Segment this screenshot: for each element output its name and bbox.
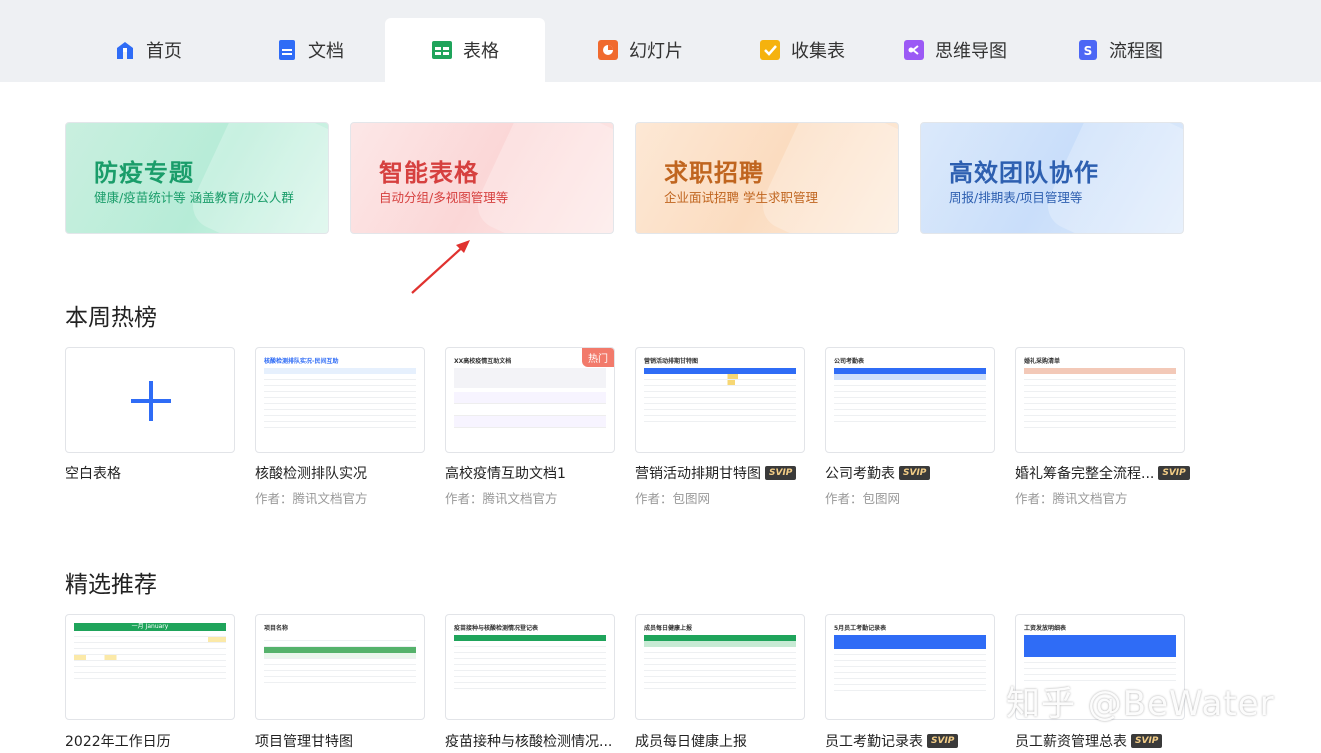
banner-title: 求职招聘 [664,159,764,187]
top-nav: 首页 文档 表格 幻灯片 收集表 思维导图 S 流程图 [0,0,1321,82]
banner-decoration [184,123,328,233]
template-name[interactable]: 成员每日健康上报 [635,731,747,751]
tab-label: 首页 [146,41,182,62]
thumbnail-title: 核酸检测排队实况-民间互助 [264,358,339,365]
sheet-icon [431,39,453,61]
template-card-gantt[interactable]: 营销活动排期甘特图 [635,347,805,453]
template-card-calendar[interactable]: 一月 January [65,614,235,720]
banner-title: 高效团队协作 [949,159,1099,187]
tab-label: 收集表 [791,41,845,62]
template-card-attendance[interactable]: 公司考勤表 [825,347,995,453]
hot-badge: 热门 [582,348,614,367]
thumbnail-title: 营销活动排期甘特图 [644,358,699,365]
watermark: 知乎 @BeWater [1006,684,1275,724]
tab-forms[interactable]: 收集表 [732,18,872,82]
svip-badge: SVIP [927,734,959,748]
template-card-attendance-record[interactable]: 5月员工考勤记录表 [825,614,995,720]
template-thumbnail: 项目名称 [264,623,416,711]
template-card-wedding[interactable]: 婚礼采购清单 [1015,347,1185,453]
banner-title: 智能表格 [379,159,479,187]
home-icon [114,39,136,61]
template-name[interactable]: 高校疫情互助文档1 [445,463,566,483]
template-name[interactable]: 疫苗接种与核酸检测情况... [445,731,612,751]
section-title-weekly-hot: 本周热榜 [65,305,157,331]
svip-badge: SVIP [899,466,931,480]
template-card-nucleic-queue[interactable]: 核酸检测排队实况-民间互助 [255,347,425,453]
banner-recruiting[interactable]: 求职招聘 企业面试招聘 学生求职管理 [635,122,899,234]
tab-label: 幻灯片 [629,41,683,62]
template-author: 作者：包图网 [635,491,711,506]
tab-label: 流程图 [1109,41,1163,62]
template-card-health-report[interactable]: 成员每日健康上报 [635,614,805,720]
template-thumbnail: 婚礼采购清单 [1024,356,1176,444]
thumbnail-title: 疫苗接种与核酸检测情况登记表 [454,625,539,632]
template-thumbnail: 一月 January [74,623,226,711]
template-thumbnail: 5月员工考勤记录表 [834,623,986,711]
mindmap-icon [903,39,925,61]
banner-title: 防疫专题 [94,159,194,187]
template-thumbnail: 疫苗接种与核酸检测情况登记表 [454,623,606,711]
template-thumbnail: 公司考勤表 [834,356,986,444]
template-author: 作者：包图网 [825,491,901,506]
tab-flowchart[interactable]: S 流程图 [1050,18,1190,82]
banner-smart-sheet[interactable]: 智能表格 自动分组/多视图管理等 [350,122,614,234]
template-name[interactable]: 营销活动排期甘特图 SVIP [635,463,797,483]
flowchart-icon: S [1077,39,1099,61]
thumbnail-title: 婚礼采购清单 [1024,358,1061,365]
template-name[interactable]: 公司考勤表 SVIP [825,463,931,483]
thumbnail-title: 成员每日健康上报 [644,625,693,632]
tab-label: 思维导图 [935,41,1007,62]
tab-label: 文档 [308,41,344,62]
banner-decoration [754,123,898,233]
tab-label: 表格 [463,41,499,62]
template-card-vaccine-register[interactable]: 疫苗接种与核酸检测情况登记表 [445,614,615,720]
template-thumbnail: 核酸检测排队实况-民间互助 [264,356,416,444]
banner-subtitle: 周报/排期表/项目管理等 [949,190,1083,205]
annotation-arrow-icon [411,240,470,294]
section-title-recommended: 精选推荐 [65,572,157,598]
template-name[interactable]: 婚礼筹备完整全流程... SVIP [1015,463,1190,483]
template-name[interactable]: 2022年工作日历 [65,731,171,751]
tab-mindmap[interactable]: 思维导图 [885,18,1025,82]
banner-team-collab[interactable]: 高效团队协作 周报/排期表/项目管理等 [920,122,1184,234]
tab-home[interactable]: 首页 [88,18,208,82]
template-name[interactable]: 员工考勤记录表 SVIP [825,731,959,751]
template-author: 作者：腾讯文档官方 [1015,491,1128,506]
svg-text:S: S [1084,44,1093,58]
template-name[interactable]: 核酸检测排队实况 [255,463,367,483]
thumbnail-title: 5月员工考勤记录表 [834,625,887,632]
template-card-campus-epidemic[interactable]: XX高校疫情互助文档 热门 [445,347,615,453]
svip-badge: SVIP [765,466,797,480]
thumbnail-title: 项目名称 [264,625,289,632]
template-name[interactable]: 员工薪资管理总表 SVIP [1015,731,1163,751]
banner-subtitle: 健康/疫苗统计等 涵盖教育/办公人群 [94,190,294,205]
template-card-blank[interactable] [65,347,235,453]
tab-docs[interactable]: 文档 [250,18,370,82]
banner-subtitle: 企业面试招聘 学生求职管理 [664,190,818,205]
doc-icon [276,39,298,61]
template-name[interactable]: 空白表格 [65,463,121,483]
svip-badge: SVIP [1131,734,1163,748]
template-author: 作者：腾讯文档官方 [445,491,558,506]
template-thumbnail: 营销活动排期甘特图 [644,356,796,444]
template-name[interactable]: 项目管理甘特图 [255,731,353,751]
form-icon [759,39,781,61]
thumbnail-title: 工资发放明细表 [1024,625,1067,632]
template-thumbnail: 成员每日健康上报 [644,623,796,711]
tab-slides[interactable]: 幻灯片 [570,18,710,82]
tab-sheets[interactable]: 表格 [385,18,545,82]
slides-icon [597,39,619,61]
thumbnail-title: 公司考勤表 [834,358,865,365]
plus-icon [131,381,171,421]
template-thumbnail: XX高校疫情互助文档 [454,356,606,444]
banner-decoration [469,123,613,233]
thumbnail-title: 一月 January [74,623,226,631]
banner-epidemic[interactable]: 防疫专题 健康/疫苗统计等 涵盖教育/办公人群 [65,122,329,234]
svip-badge: SVIP [1158,466,1190,480]
template-author: 作者：腾讯文档官方 [255,491,368,506]
banner-subtitle: 自动分组/多视图管理等 [379,190,509,205]
template-card-project-gantt[interactable]: 项目名称 [255,614,425,720]
